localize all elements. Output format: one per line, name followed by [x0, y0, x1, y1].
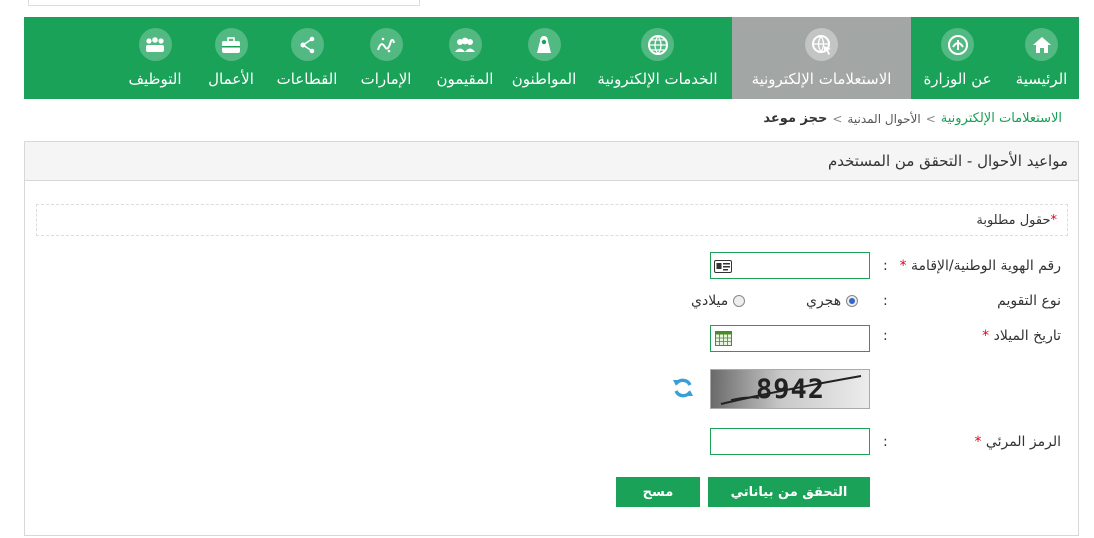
panel-title: مواعيد الأحوال - التحقق من المستخدم	[25, 142, 1078, 181]
citizen-icon	[527, 28, 561, 61]
required-mark: *	[974, 434, 982, 450]
breadcrumb-root[interactable]: الاستعلامات الإلكترونية	[941, 111, 1062, 126]
id-card-icon	[714, 259, 732, 273]
network-icon	[290, 28, 324, 61]
required-fields-text: حقول مطلوبة	[976, 212, 1051, 228]
nav-item-business[interactable]: الأعمال	[195, 17, 267, 99]
breadcrumb-separator: >	[925, 111, 936, 126]
id-number-input[interactable]	[710, 252, 870, 279]
colon: :	[883, 258, 888, 274]
required-mark: *	[1050, 212, 1058, 228]
colon: :	[883, 434, 888, 450]
home-icon	[1025, 28, 1058, 61]
people-icon	[138, 28, 172, 61]
nav-item-emirates[interactable]: الإمارات	[347, 17, 425, 99]
nav-item-e-services[interactable]: الخدمات الإلكترونية	[583, 17, 732, 99]
globe-cursor-icon	[805, 28, 838, 61]
nav-label-employment: التوظيف	[128, 70, 182, 88]
globe-icon	[641, 28, 674, 61]
ministry-emblem-icon	[941, 28, 974, 61]
refresh-captcha-icon[interactable]	[671, 376, 695, 400]
radio-gregorian-label: ميلادي	[691, 293, 729, 309]
calligraphy-icon	[369, 28, 403, 61]
briefcase-icon	[214, 28, 248, 61]
required-mark: *	[982, 328, 990, 344]
id-number-label: رقم الهوية الوطنية/الإقامة *	[899, 258, 1061, 274]
nav-item-about[interactable]: عن الوزارة	[911, 17, 1004, 99]
nav-label-e-services: الخدمات الإلكترونية	[597, 70, 718, 88]
radio-button-hijri[interactable]	[846, 295, 859, 307]
radio-hijri-label: هجري	[806, 293, 842, 309]
radio-gregorian[interactable]: ميلادي	[691, 293, 746, 309]
captcha-image: 8942	[710, 369, 870, 409]
breadcrumb: الاستعلامات الإلكترونية > الأحوال المدني…	[763, 111, 1062, 126]
nav-label-home: الرئيسية	[1015, 70, 1068, 88]
breadcrumb-current: حجز موعد	[763, 111, 828, 126]
required-mark: *	[899, 258, 907, 274]
group-icon	[448, 28, 482, 61]
nav-item-employment[interactable]: التوظيف	[115, 17, 195, 99]
nav-label-emirates: الإمارات	[360, 70, 412, 88]
nav-item-sectors[interactable]: القطاعات	[267, 17, 347, 99]
colon: :	[883, 293, 888, 309]
calendar-type-label: نوع التقويم	[997, 293, 1061, 309]
nav-item-citizens[interactable]: المواطنون	[505, 17, 583, 99]
nav-label-about: عن الوزارة	[923, 70, 992, 88]
main-navbar: الرئيسية عن الوزارة الاستعلامات الإلكترو…	[24, 17, 1079, 99]
nav-label-e-inquiries: الاستعلامات الإلكترونية	[751, 70, 892, 88]
birth-date-input[interactable]	[710, 325, 870, 352]
breadcrumb-middle[interactable]: الأحوال المدنية	[847, 112, 920, 126]
nav-item-home[interactable]: الرئيسية	[1004, 17, 1079, 99]
captcha-text: 8942	[756, 374, 826, 405]
radio-hijri[interactable]: هجري	[806, 293, 859, 309]
breadcrumb-separator: >	[832, 111, 843, 126]
nav-label-citizens: المواطنون	[511, 70, 577, 88]
nav-item-residents[interactable]: المقيمون	[425, 17, 505, 99]
nav-label-sectors: القطاعات	[276, 70, 338, 88]
birth-date-label: تاريخ الميلاد *	[982, 328, 1061, 344]
required-fields-note: * حقول مطلوبة	[36, 204, 1068, 236]
verification-panel: مواعيد الأحوال - التحقق من المستخدم * حق…	[24, 141, 1079, 536]
visual-code-label: الرمز المرئي *	[974, 434, 1061, 450]
verify-data-button[interactable]: التحقق من بياناتي	[708, 477, 870, 507]
top-strip	[28, 0, 420, 6]
calendar-icon[interactable]	[714, 330, 732, 346]
nav-label-business: الأعمال	[208, 70, 254, 88]
nav-item-e-inquiries[interactable]: الاستعلامات الإلكترونية	[732, 17, 911, 99]
nav-label-residents: المقيمون	[436, 70, 494, 88]
visual-code-input[interactable]	[710, 428, 870, 455]
clear-button[interactable]: مسح	[616, 477, 700, 507]
colon: :	[883, 328, 888, 344]
radio-button-gregorian[interactable]	[733, 295, 746, 307]
